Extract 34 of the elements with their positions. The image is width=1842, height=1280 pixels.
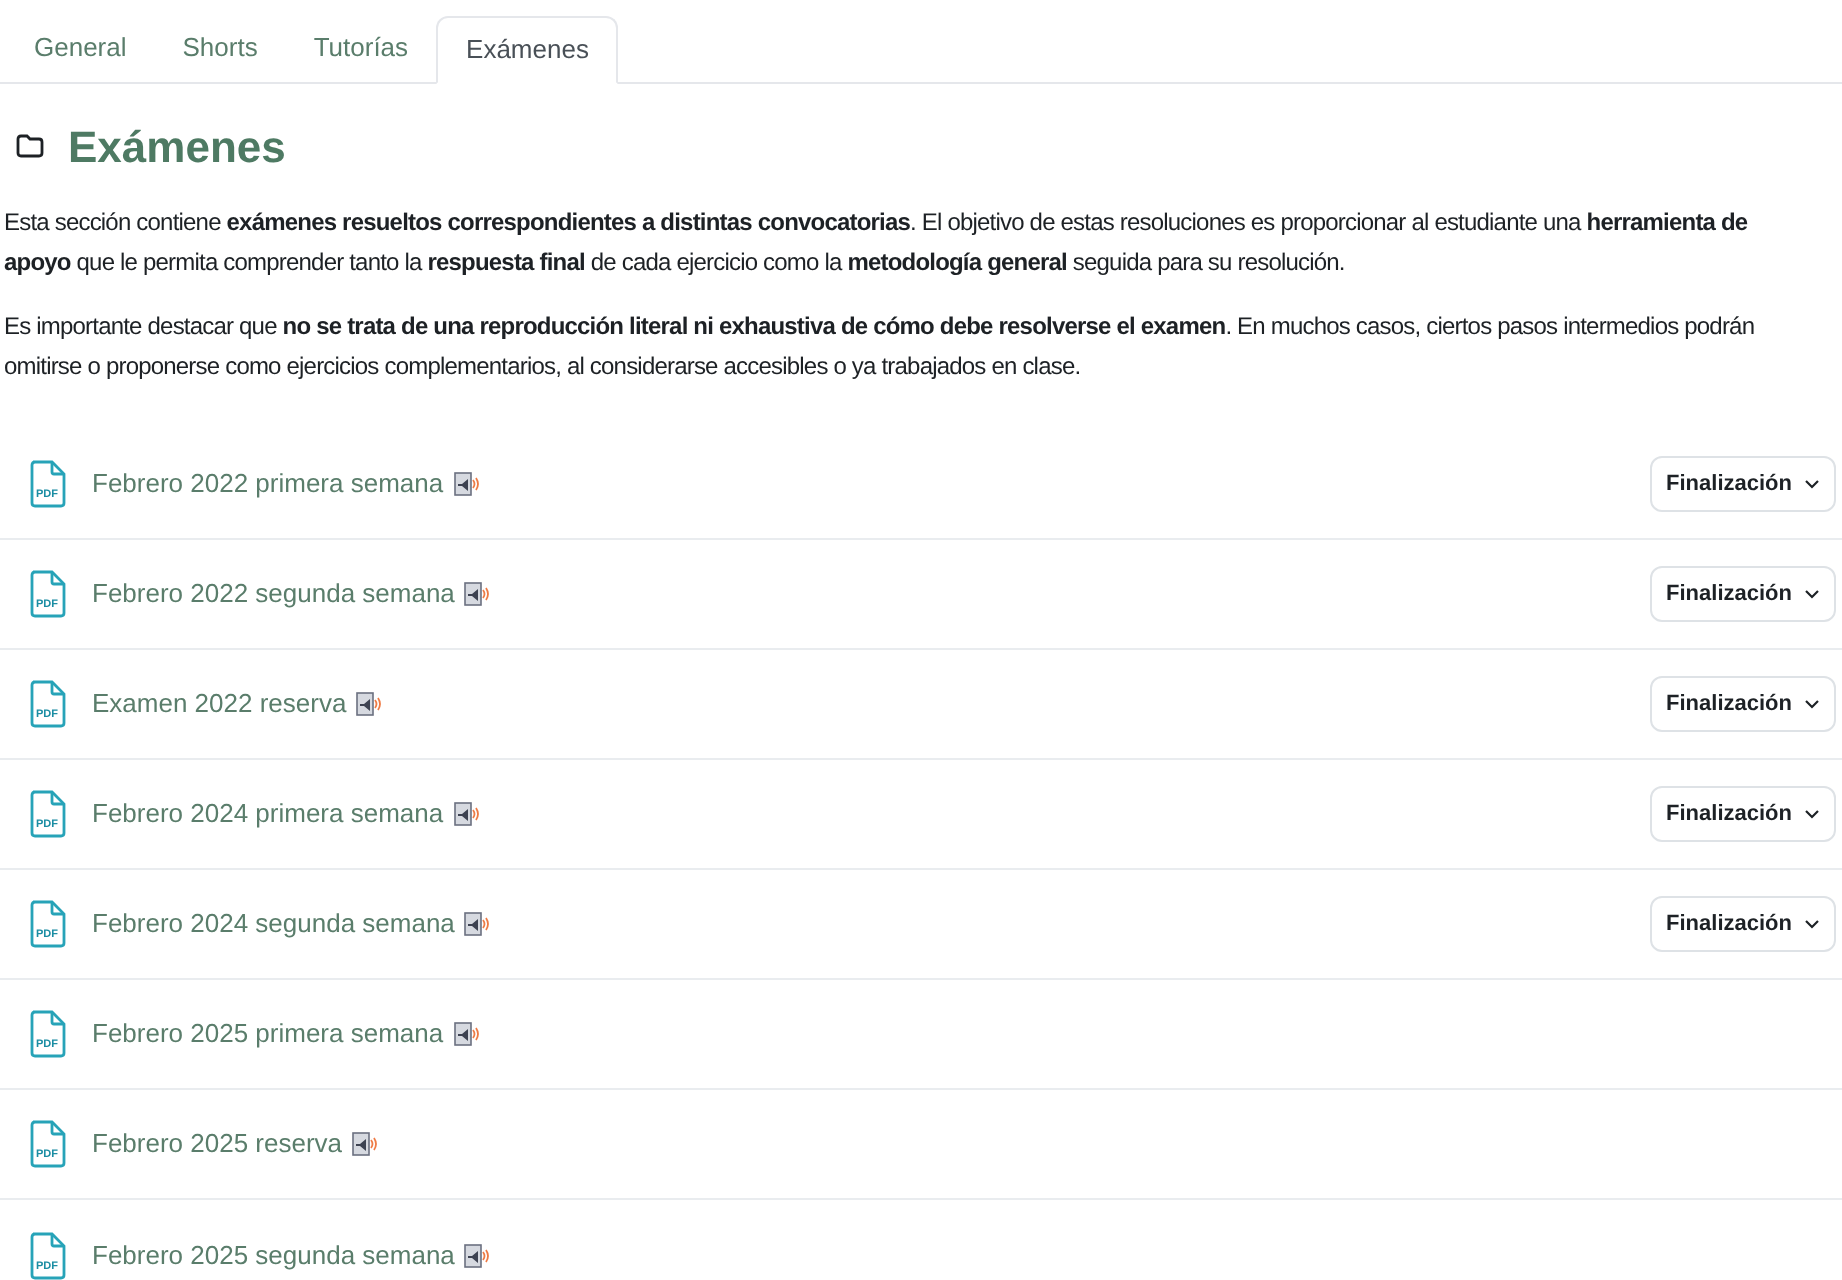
caret-icon (1804, 588, 1820, 600)
tab[interactable]: Exámenes (436, 16, 619, 84)
audio-document-icon (453, 802, 480, 826)
audio-document-icon (356, 692, 383, 716)
completion-dropdown[interactable]: Finalización (1650, 896, 1836, 952)
completion-dropdown[interactable]: Finalización (1650, 676, 1836, 732)
audio-document-icon (464, 1243, 491, 1267)
activity-link[interactable]: Febrero 2024 primera semana (92, 794, 444, 834)
description-paragraph: Es importante destacar que no se trata de una reproducción literal ni exhaustiva de cómo debe resolverse el examen. En muchos casos, ciertos pasos intermedios podrán omitirse o proponerse como ejercicios complementarios, al considerarse accesibles o ya trabajados en clase. (2, 310, 1757, 384)
audio-document-icon (464, 582, 491, 606)
audio-document-icon (464, 912, 491, 936)
audio-document-icon (453, 472, 480, 496)
caret-icon (1804, 808, 1820, 820)
activity-link[interactable]: Febrero 2025 reserva (92, 1124, 343, 1164)
description-paragraph: Esta sección contiene exámenes resueltos correspondientes a distintas convocatorias. El objetivo de estas resoluciones es proporcionar al estudiante una herramienta de apoyo que le permita comprender tanto la respuesta final de cada ejercicio como la metodología general seguida para su resolución. (2, 206, 1750, 280)
tab[interactable]: General (6, 14, 155, 82)
activity-link[interactable]: Examen 2022 reserva (92, 684, 347, 724)
completion-dropdown[interactable]: Finalización (1650, 786, 1836, 842)
activity-link[interactable]: Febrero 2025 primera semana (92, 1014, 444, 1054)
caret-icon (1804, 698, 1820, 710)
completion-dropdown[interactable]: Finalización (1650, 456, 1836, 512)
audio-document-icon (352, 1132, 379, 1156)
activity-link[interactable]: Febrero 2022 primera semana (92, 464, 444, 504)
caret-icon (1804, 918, 1820, 930)
audio-document-icon (453, 1022, 480, 1046)
activity-link[interactable]: Febrero 2025 segunda semana (92, 1235, 455, 1275)
caret-icon (1804, 478, 1820, 490)
tab[interactable]: Tutorías (285, 14, 437, 82)
completion-dropdown[interactable]: Finalización (1650, 566, 1836, 622)
activity-link[interactable]: Febrero 2022 segunda semana (92, 574, 455, 614)
folder-icon (16, 134, 44, 158)
tab[interactable]: Shorts (154, 14, 286, 82)
section-title: Exámenes (68, 119, 286, 175)
activity-link[interactable]: Febrero 2024 segunda semana (92, 904, 455, 944)
